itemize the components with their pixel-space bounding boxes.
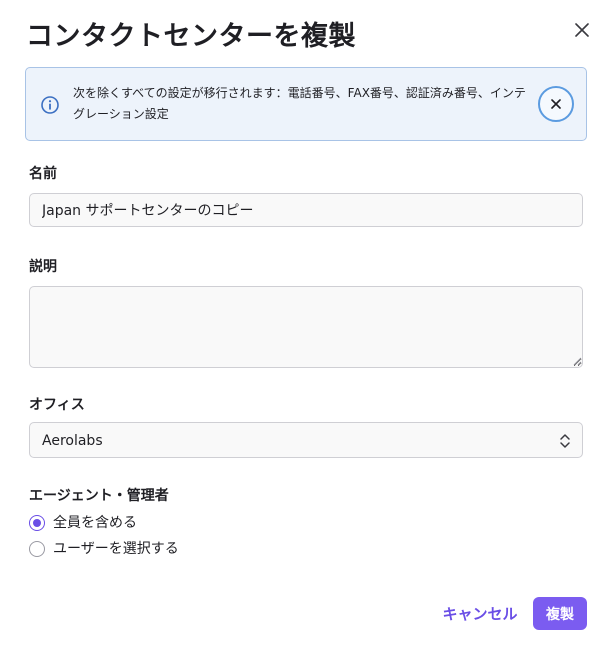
office-select[interactable]: Aerolabs: [29, 422, 583, 458]
office-label: オフィス: [29, 397, 85, 413]
info-icon: [41, 96, 59, 114]
radio-label: ユーザーを選択する: [53, 541, 179, 557]
radio-select-users[interactable]: ユーザーを選択する: [29, 539, 179, 559]
description-textarea[interactable]: [29, 286, 583, 368]
agents-label: エージェント・管理者: [29, 488, 169, 504]
duplicate-contact-center-dialog: コンタクトセンターを複製 次を除くすべての設定が移行されます：電話番号、FAX番…: [0, 0, 614, 656]
radio-include-all[interactable]: 全員を含める: [29, 513, 137, 533]
dialog-close-button[interactable]: [570, 18, 594, 42]
cancel-button[interactable]: キャンセル: [436, 597, 524, 629]
close-icon: [551, 99, 561, 109]
dialog-title: コンタクトセンターを複製: [26, 21, 356, 52]
radio-button[interactable]: [29, 541, 45, 557]
chevron-updown-icon: [560, 434, 570, 448]
banner-dismiss-button[interactable]: [538, 86, 574, 122]
duplicate-button[interactable]: 複製: [533, 597, 587, 630]
radio-label: 全員を含める: [53, 515, 137, 531]
close-icon: [575, 23, 589, 37]
banner-message: 次を除くすべての設定が移行されます：電話番号、FAX番号、認証済み番号、インテグ…: [73, 86, 526, 121]
description-label: 説明: [29, 259, 57, 275]
radio-button-checked[interactable]: [29, 515, 45, 531]
info-banner: 次を除くすべての設定が移行されます：電話番号、FAX番号、認証済み番号、インテグ…: [25, 67, 587, 141]
office-select-value: Aerolabs: [42, 433, 103, 449]
name-label: 名前: [29, 166, 57, 182]
name-input[interactable]: [29, 193, 583, 227]
